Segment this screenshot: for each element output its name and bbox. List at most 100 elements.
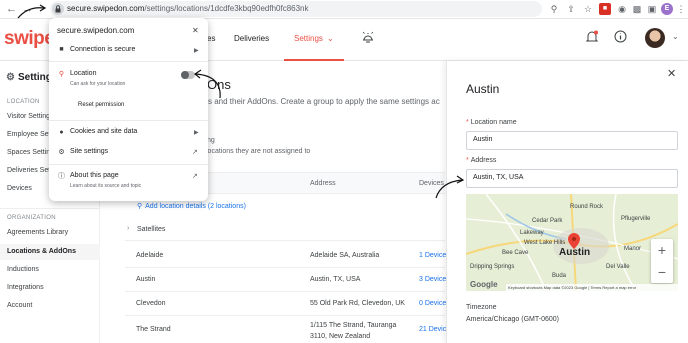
map-label: Dripping Springs	[470, 264, 515, 270]
extension-icon-2[interactable]: ◉	[616, 3, 628, 15]
sidebar-item-deliveries-settings[interactable]: Deliveries Set	[7, 167, 50, 174]
close-icon[interactable]: ✕	[667, 67, 676, 80]
info-icon: ⓘ	[58, 173, 65, 180]
location-pin-icon: ⚲	[137, 203, 143, 210]
cookies-item[interactable]: Cookies and site data	[70, 128, 137, 135]
location-name-value: Austin	[473, 136, 493, 143]
external-link-icon[interactable]: ↗	[192, 148, 198, 156]
location-permission-label: Location	[70, 70, 97, 77]
devices-link[interactable]: 1 Device	[419, 252, 446, 259]
divider	[49, 120, 208, 121]
chevron-down-icon[interactable]: ⌄	[672, 32, 679, 41]
table-row[interactable]: The Strand 1/115 The Strand, Tauranga 31…	[125, 316, 450, 343]
google-logo: Google	[470, 280, 498, 289]
location-name: The Strand	[136, 326, 171, 333]
devices-link[interactable]: 0 Device	[419, 300, 446, 307]
add-location-details-link[interactable]: ⚲ Add location details (2 locations)	[137, 202, 246, 210]
zoom-in-button[interactable]: +	[651, 239, 673, 261]
sidebar-item-employee-settings[interactable]: Employee Set	[7, 131, 51, 138]
about-page-sub: Learn about its source and topic	[70, 183, 142, 189]
address-bar[interactable]: secure.swipedon.com/settings/locations/1…	[50, 1, 542, 17]
map-label: Lakeway	[520, 230, 544, 236]
page-title: Ons	[207, 77, 231, 92]
about-page-item[interactable]: About this page	[70, 172, 119, 179]
reset-permission-button[interactable]: Reset permission	[78, 102, 124, 108]
url-text: secure.swipedon.com/settings/locations/1…	[67, 4, 309, 13]
share-icon[interactable]: ⇧	[565, 3, 577, 15]
map-label: West Lake Hills	[524, 240, 566, 246]
location-address: Adelaide SA, Australia	[310, 252, 380, 259]
map-label: Pflugerville	[621, 216, 651, 222]
sidebar-title: ⚙ Setting	[6, 72, 52, 83]
setting-label: ng	[207, 137, 215, 144]
location-name-field[interactable]: Austin	[466, 131, 678, 150]
sidebar-item-spaces-settings[interactable]: Spaces Settin	[7, 149, 50, 156]
map-zoom-controls: + −	[651, 239, 673, 283]
close-icon[interactable]: ✕	[192, 26, 199, 35]
site-info-icon[interactable]	[52, 3, 64, 15]
location-permission-icon[interactable]: ⚲	[548, 3, 560, 15]
nav-spaces-partial[interactable]: es	[207, 34, 215, 43]
sidebar-item-integrations[interactable]: Integrations	[7, 284, 44, 291]
nav-settings[interactable]: Settings	[294, 34, 323, 43]
map-label: Del Valle	[606, 264, 630, 270]
connection-secure-item[interactable]: Connection is secure	[70, 46, 135, 53]
sidebar-item-agreements-library[interactable]: Agreements Library	[7, 229, 68, 236]
zoom-out-button[interactable]: −	[651, 261, 673, 283]
map-label: Round Rock	[570, 204, 604, 210]
satellites-group-row[interactable]: › Satellites	[125, 219, 445, 241]
brand-logo[interactable]: swipe	[4, 28, 55, 50]
site-settings-item[interactable]: Site settings	[70, 148, 108, 155]
sidebar-item-devices[interactable]: Devices	[7, 185, 32, 192]
section-organization: ORGANIZATION	[7, 215, 56, 221]
browser-menu-icon[interactable]: ⋮	[675, 3, 687, 15]
profile-avatar[interactable]: E	[661, 3, 673, 15]
extension-icon[interactable]: ■	[599, 3, 611, 15]
cookie-icon: ●	[59, 129, 64, 136]
back-icon[interactable]: ←	[6, 3, 17, 15]
location-address: 1/115 The Strand, Tauranga 3110, New Zea…	[310, 322, 397, 340]
info-icon[interactable]	[614, 30, 627, 43]
map-label: Bee Cave	[502, 250, 529, 256]
address-field[interactable]: Austin, TX, USA	[466, 169, 678, 188]
location-permission-sub: Can ask for your location	[70, 81, 126, 87]
location-details-drawer: ✕ Austin * Location name Austin * Address …	[446, 61, 688, 343]
user-avatar[interactable]	[645, 28, 665, 48]
sidebar-item-inductions[interactable]: Inductions	[7, 266, 39, 273]
chevron-right-icon[interactable]: ▶	[194, 47, 199, 54]
concierge-bell-icon[interactable]	[361, 30, 375, 44]
sidebar-item-visitor-settings[interactable]: Visitor Setting	[7, 113, 50, 120]
timezone-label: Timezone	[466, 304, 497, 311]
divider	[49, 61, 208, 62]
external-link-icon[interactable]: ↗	[192, 172, 198, 180]
notification-bell-icon[interactable]	[586, 30, 598, 44]
table-row[interactable]: Austin Austin, TX, USA 3 Devices	[125, 268, 450, 292]
divider	[0, 208, 100, 209]
extensions-puzzle-icon[interactable]: ▩	[631, 3, 643, 15]
popup-domain: secure.swipedon.com	[57, 26, 135, 35]
sidebar-icon[interactable]: ▣	[646, 3, 658, 15]
map-label: Buda	[552, 273, 567, 279]
location-address: 55 Old Park Rd, Clevedon, UK	[310, 300, 405, 307]
table-row[interactable]: Adelaide Adelaide SA, Australia 1 Device	[125, 244, 446, 268]
bookmark-star-icon[interactable]: ☆	[582, 3, 594, 15]
location-map[interactable]: Round Rock Pflugerville Cedar Park Lakew…	[466, 194, 678, 291]
location-name-label: * Location name	[466, 119, 517, 126]
sidebar-item-locations-addons[interactable]: Locations & AddOns	[7, 248, 76, 255]
map-attribution[interactable]: Keyboard shortcuts Map data ©2023 Google…	[506, 284, 678, 291]
timezone-value: America/Chicago (GMT-0600)	[466, 316, 559, 323]
chevron-right-icon[interactable]: ›	[127, 225, 129, 232]
page-subtitle: s and their AddOns. Create a group to ap…	[208, 97, 440, 106]
forward-icon[interactable]: →	[22, 3, 33, 15]
chevron-right-icon[interactable]: ▶	[194, 129, 199, 136]
map-label: Manor	[624, 246, 642, 252]
map-marker-icon[interactable]	[568, 233, 580, 249]
divider	[49, 164, 208, 165]
nav-deliveries[interactable]: Deliveries	[234, 34, 269, 43]
table-row[interactable]: Clevedon 55 Old Park Rd, Clevedon, UK 0 …	[125, 292, 446, 316]
address-label: * Address	[466, 157, 497, 164]
location-address: Austin, TX, USA	[310, 276, 361, 283]
sidebar-item-account[interactable]: Account	[7, 302, 32, 309]
column-devices: Devices	[419, 180, 444, 187]
location-toggle[interactable]	[181, 71, 195, 79]
